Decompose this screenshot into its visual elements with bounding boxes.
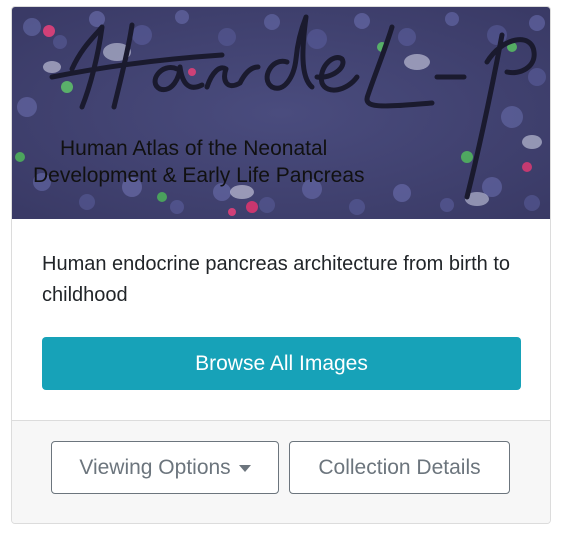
banner-microscopy-image: Human Atlas of the Neonatal Development … <box>12 7 550 219</box>
viewing-options-label: Viewing Options <box>79 455 231 479</box>
caret-down-icon <box>238 465 251 472</box>
collection-card: Human Atlas of the Neonatal Development … <box>11 6 551 524</box>
banner-subtitle-line1: Human Atlas of the Neonatal <box>60 137 327 160</box>
collection-banner-image[interactable]: Human Atlas of the Neonatal Development … <box>12 7 550 219</box>
collection-details-button[interactable]: Collection Details <box>289 441 510 494</box>
banner-subtitle-line2: Development & Early Life Pancreas <box>33 164 365 187</box>
card-footer: Viewing Options Collection Details <box>12 420 550 523</box>
browse-all-images-button[interactable]: Browse All Images <box>42 337 521 390</box>
viewing-options-dropdown-button[interactable]: Viewing Options <box>51 441 279 494</box>
collection-description: Human endocrine pancreas architecture fr… <box>42 253 511 306</box>
